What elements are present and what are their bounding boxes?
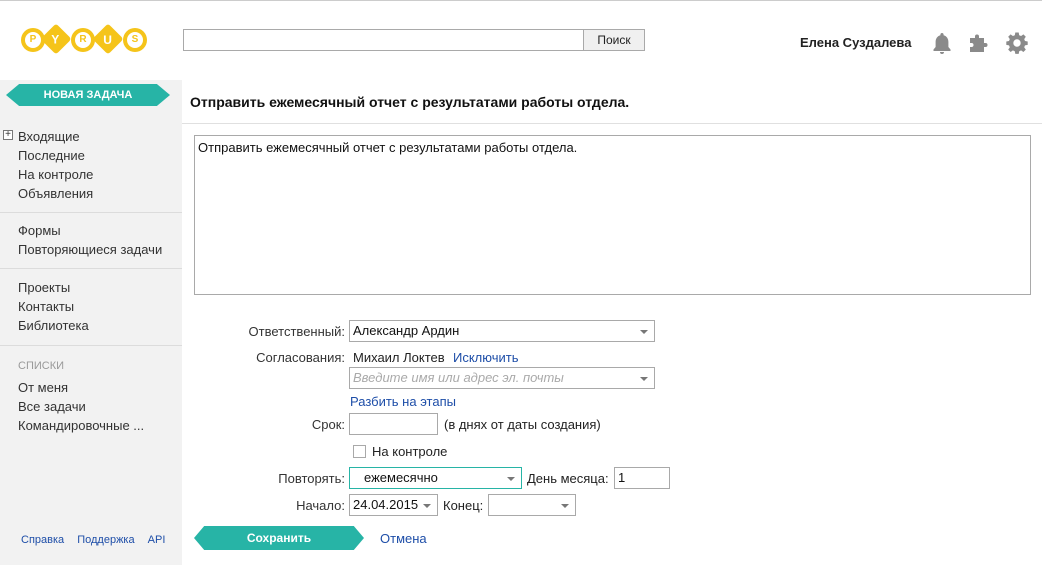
sidebar-item-business-trips[interactable]: Командировочные ... <box>18 416 144 435</box>
approver-input[interactable]: Введите имя или адрес эл. почты <box>349 367 655 389</box>
on-control-label: На контроле <box>372 444 448 459</box>
help-link[interactable]: Справка <box>21 534 64 546</box>
new-task-button[interactable]: НОВАЯ ЗАДАЧА <box>6 84 170 106</box>
nav-group-main: Входящие Последние На контроле Объявлени… <box>18 127 93 203</box>
chevron-down-icon <box>640 330 648 334</box>
deadline-input[interactable] <box>349 413 438 435</box>
chevron-down-icon <box>507 477 515 481</box>
gear-icon[interactable] <box>1005 31 1029 55</box>
start-date-select[interactable]: 24.04.2015 <box>349 494 438 516</box>
exclude-approver-link[interactable]: Исключить <box>453 350 519 365</box>
api-link[interactable]: API <box>148 534 166 546</box>
sidebar-divider <box>0 345 182 346</box>
end-label: Конец: <box>443 498 484 513</box>
sidebar-divider <box>0 212 182 213</box>
start-date-value: 24.04.2015 <box>353 497 419 512</box>
repeat-label: Повторять: <box>278 471 345 486</box>
sidebar-item-library[interactable]: Библиотека <box>18 316 89 335</box>
deadline-hint: (в днях от даты создания) <box>444 417 601 432</box>
task-description-textarea[interactable]: Отправить ежемесячный отчет с результата… <box>194 135 1031 295</box>
split-stages-link[interactable]: Разбить на этапы <box>350 394 456 409</box>
repeat-value: ежемесячно <box>364 470 438 485</box>
approver-name: Михаил Локтев <box>353 350 445 365</box>
sidebar-item-recent[interactable]: Последние <box>18 146 93 165</box>
chevron-down-icon <box>561 504 569 508</box>
sidebar-item-inbox[interactable]: Входящие <box>18 127 93 146</box>
sidebar-footer: Справка Поддержка API <box>21 534 175 546</box>
sidebar-item-contacts[interactable]: Контакты <box>18 297 89 316</box>
sidebar-divider <box>0 268 182 269</box>
responsible-label: Ответственный: <box>248 324 345 339</box>
sidebar-item-projects[interactable]: Проекты <box>18 278 89 297</box>
day-of-month-label: День месяца: <box>527 471 609 486</box>
end-date-select[interactable] <box>488 494 576 516</box>
pyrus-logo[interactable]: P Y R U S <box>21 22 161 62</box>
repeat-select[interactable]: ежемесячно <box>349 467 522 489</box>
user-name[interactable]: Елена Суздалева <box>800 35 911 50</box>
top-bar: P Y R U S Поиск Елена Суздалева <box>0 0 1042 80</box>
page-title: Отправить ежемесячный отчет с результата… <box>190 94 630 110</box>
search-button[interactable]: Поиск <box>583 29 645 51</box>
nav-group-projects: Проекты Контакты Библиотека <box>18 278 89 335</box>
approver-placeholder: Введите имя или адрес эл. почты <box>353 370 564 385</box>
sidebar-item-announcements[interactable]: Объявления <box>18 184 93 203</box>
sidebar-item-all-tasks[interactable]: Все задачи <box>18 397 144 416</box>
sidebar-item-forms[interactable]: Формы <box>18 221 162 240</box>
start-label: Начало: <box>296 498 345 513</box>
cancel-link[interactable]: Отмена <box>380 531 427 546</box>
day-of-month-input[interactable]: 1 <box>614 467 670 489</box>
on-control-checkbox[interactable] <box>353 445 366 458</box>
chevron-down-icon <box>640 377 648 381</box>
save-button[interactable]: Сохранить <box>194 526 364 550</box>
sidebar-item-on-control[interactable]: На контроле <box>18 165 93 184</box>
lists-section-title: СПИСКИ <box>18 360 65 372</box>
nav-group-lists: От меня Все задачи Командировочные ... <box>18 378 144 435</box>
sidebar-item-from-me[interactable]: От меня <box>18 378 144 397</box>
support-link[interactable]: Поддержка <box>77 534 134 546</box>
sidebar-item-recurring-tasks[interactable]: Повторяющиеся задачи <box>18 240 162 259</box>
search-input[interactable] <box>183 29 584 51</box>
expand-icon[interactable]: + <box>3 130 13 140</box>
approvals-label: Согласования: <box>256 350 345 365</box>
deadline-label: Срок: <box>311 417 345 432</box>
nav-group-forms: Формы Повторяющиеся задачи <box>18 221 162 259</box>
puzzle-icon[interactable] <box>967 31 991 55</box>
responsible-value: Александр Ардин <box>353 323 460 338</box>
title-divider <box>182 123 1042 124</box>
responsible-select[interactable]: Александр Ардин <box>349 320 655 342</box>
bell-icon[interactable] <box>930 31 954 55</box>
chevron-down-icon <box>423 504 431 508</box>
